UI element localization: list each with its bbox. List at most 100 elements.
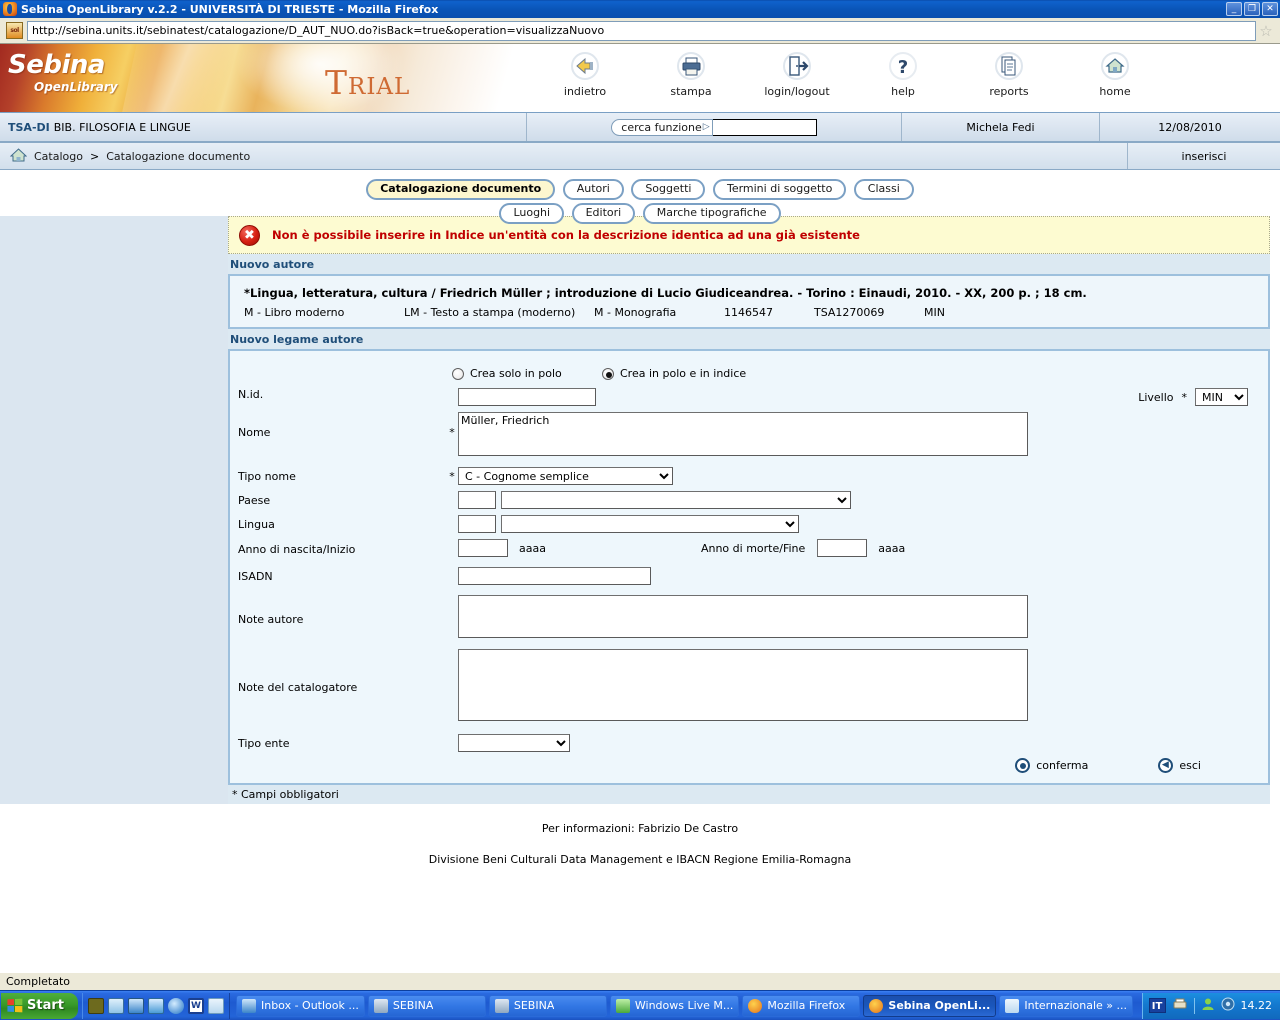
network-icon: [373, 998, 388, 1013]
radio-crea-solo-in-polo[interactable]: Crea solo in polo: [452, 367, 602, 380]
tray-volume-icon[interactable]: [1221, 997, 1235, 1014]
tab-row-1: Catalogazione documento Autori Soggetti …: [0, 179, 1280, 200]
breadcrumb-item-catalogazione-documento[interactable]: Catalogazione documento: [106, 150, 250, 163]
label-note-autore: Note autore: [238, 613, 304, 626]
toolbar-item-indietro[interactable]: indietro: [548, 48, 622, 98]
task-inbox-outlook[interactable]: Inbox - Outlook ...: [235, 994, 365, 1017]
internet-explorer-icon[interactable]: [167, 997, 184, 1014]
tab-termini-di-soggetto[interactable]: Termini di soggetto: [712, 179, 847, 200]
tab-editori[interactable]: Editori: [571, 203, 636, 224]
outlook-icon[interactable]: [127, 997, 144, 1014]
task-mozilla-firefox[interactable]: Mozilla Firefox: [742, 994, 861, 1017]
lingua-select[interactable]: [501, 515, 799, 533]
module-tabs: Catalogazione documento Autori Soggetti …: [0, 170, 1280, 227]
confirm-dot-icon: [1015, 758, 1031, 773]
paese-select[interactable]: [501, 491, 851, 509]
lingua-code-input[interactable]: [458, 515, 496, 533]
esci-button[interactable]: ◀ esci: [1158, 758, 1201, 773]
word-icon[interactable]: W: [187, 997, 204, 1014]
livello-select[interactable]: MIN: [1195, 388, 1248, 406]
tray-printer-icon[interactable]: [1172, 997, 1188, 1014]
function-search-input[interactable]: [712, 118, 817, 136]
nid-input[interactable]: [458, 388, 596, 406]
task-sebina-openlibrary[interactable]: Sebina OpenLi...: [863, 994, 997, 1017]
task-internazionale[interactable]: Internazionale » ...: [999, 994, 1134, 1017]
label-note-catalogatore: Note del catalogatore: [238, 681, 358, 694]
firefox-icon: [869, 998, 884, 1013]
windows-flag-icon: [7, 998, 23, 1013]
radio-crea-in-polo-e-in-indice[interactable]: Crea in polo e in indice: [602, 367, 746, 380]
paese-code-input[interactable]: [458, 491, 496, 509]
tipo-nome-select[interactable]: C - Cognome semplice: [458, 467, 673, 485]
toolbar-item-home[interactable]: home: [1078, 48, 1152, 98]
breadcrumb: Catalogo > Catalogazione documento: [0, 143, 1128, 169]
tab-catalogazione-documento[interactable]: Catalogazione documento: [366, 179, 556, 200]
start-label: Start: [27, 998, 64, 1013]
msn-icon[interactable]: [147, 997, 164, 1014]
start-button[interactable]: Start: [1, 992, 78, 1019]
toolbar-label: login/logout: [764, 85, 830, 98]
anno-morte-input[interactable]: [817, 539, 868, 557]
home-icon: [1078, 48, 1152, 84]
note-catalogatore-textarea[interactable]: [458, 649, 1028, 721]
isadn-input[interactable]: [458, 567, 651, 585]
label-tipo-ente: Tipo ente: [238, 737, 290, 750]
notes-icon[interactable]: [107, 997, 124, 1014]
radio-label: Crea solo in polo: [470, 367, 562, 380]
tray-user-icon[interactable]: [1201, 997, 1215, 1014]
breadcrumb-item-catalogo[interactable]: Catalogo: [34, 150, 83, 163]
clock-icon[interactable]: [87, 997, 104, 1014]
task-sebina-1[interactable]: SEBINA: [367, 994, 486, 1017]
anno-nascita-input[interactable]: [458, 539, 508, 557]
firefox-icon: [3, 2, 17, 16]
clock-time[interactable]: 14.22: [1241, 999, 1273, 1012]
home-icon[interactable]: [9, 147, 28, 166]
chevron-right-icon: ▷: [702, 122, 710, 132]
form-row-anni: Anno di nascita/Inizio aaaa Anno di mort…: [238, 539, 1256, 563]
footer-credits: Divisione Beni Culturali Data Management…: [428, 853, 852, 866]
close-button[interactable]: ✕: [1262, 2, 1278, 16]
url-input[interactable]: http://sebina.units.it/sebinatest/catalo…: [27, 20, 1256, 41]
nome-textarea[interactable]: [458, 412, 1028, 456]
radio-button[interactable]: [602, 367, 614, 380]
sebina-logo[interactable]: Sebina OpenLibrary Trial: [0, 44, 524, 112]
toolbar-item-login-logout[interactable]: login/logout: [760, 48, 834, 98]
label-nid: N.id.: [238, 388, 264, 401]
toolbar-item-help[interactable]: ? help: [866, 48, 940, 98]
bookmark-star-icon[interactable]: ☆: [1256, 21, 1276, 41]
label-paese: Paese: [238, 494, 271, 507]
tab-classi[interactable]: Classi: [853, 179, 914, 200]
task-sebina-2[interactable]: SEBINA: [488, 994, 607, 1017]
status-text: Completato: [6, 975, 71, 988]
tipo-ente-select[interactable]: [458, 734, 570, 752]
conferma-button[interactable]: conferma: [1015, 758, 1088, 773]
form-actions: conferma ◀ esci: [238, 752, 1256, 777]
tab-luoghi[interactable]: Luoghi: [499, 203, 565, 224]
toolbar-item-stampa[interactable]: stampa: [654, 48, 728, 98]
note-autore-textarea[interactable]: [458, 595, 1028, 638]
livello-required-marker: *: [1181, 390, 1188, 404]
form-row-paese: Paese: [238, 491, 1256, 515]
cerca-funzione-button[interactable]: cerca funzione ▷: [611, 118, 713, 136]
form-fields-table: N.id. Livello * MIN Nome * Müller, Fried…: [238, 388, 1256, 752]
form-row-isadn: ISADN: [238, 563, 1256, 595]
radio-button[interactable]: [452, 367, 464, 380]
minimize-button[interactable]: _: [1226, 2, 1242, 16]
browser-url-bar: sol http://sebina.units.it/sebinatest/ca…: [0, 18, 1280, 44]
breadcrumb-bar: Catalogo > Catalogazione documento inser…: [0, 143, 1280, 170]
tab-autori[interactable]: Autori: [562, 179, 624, 200]
task-label: Windows Live M...: [634, 999, 734, 1012]
toolbar-item-reports[interactable]: reports: [972, 48, 1046, 98]
door-exit-icon: [760, 48, 834, 84]
inserisci-action[interactable]: inserisci: [1128, 143, 1280, 169]
tab-soggetti[interactable]: Soggetti: [631, 179, 706, 200]
task-label: SEBINA: [513, 999, 555, 1012]
ie-doc-icon: [1005, 998, 1020, 1013]
editor-icon[interactable]: [207, 997, 224, 1014]
restore-button[interactable]: ❐: [1244, 2, 1260, 16]
nome-required-marker: *: [449, 426, 455, 439]
task-windows-live-messenger[interactable]: Windows Live M...: [609, 994, 740, 1017]
language-indicator[interactable]: IT: [1148, 998, 1166, 1013]
label-tipo-nome: Tipo nome: [238, 470, 296, 483]
tab-marche-tipografiche[interactable]: Marche tipografiche: [642, 203, 781, 224]
